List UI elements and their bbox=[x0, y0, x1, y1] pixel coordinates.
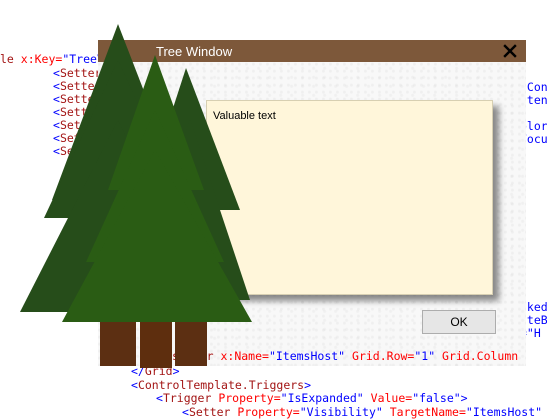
tree-graphic bbox=[20, 24, 252, 368]
